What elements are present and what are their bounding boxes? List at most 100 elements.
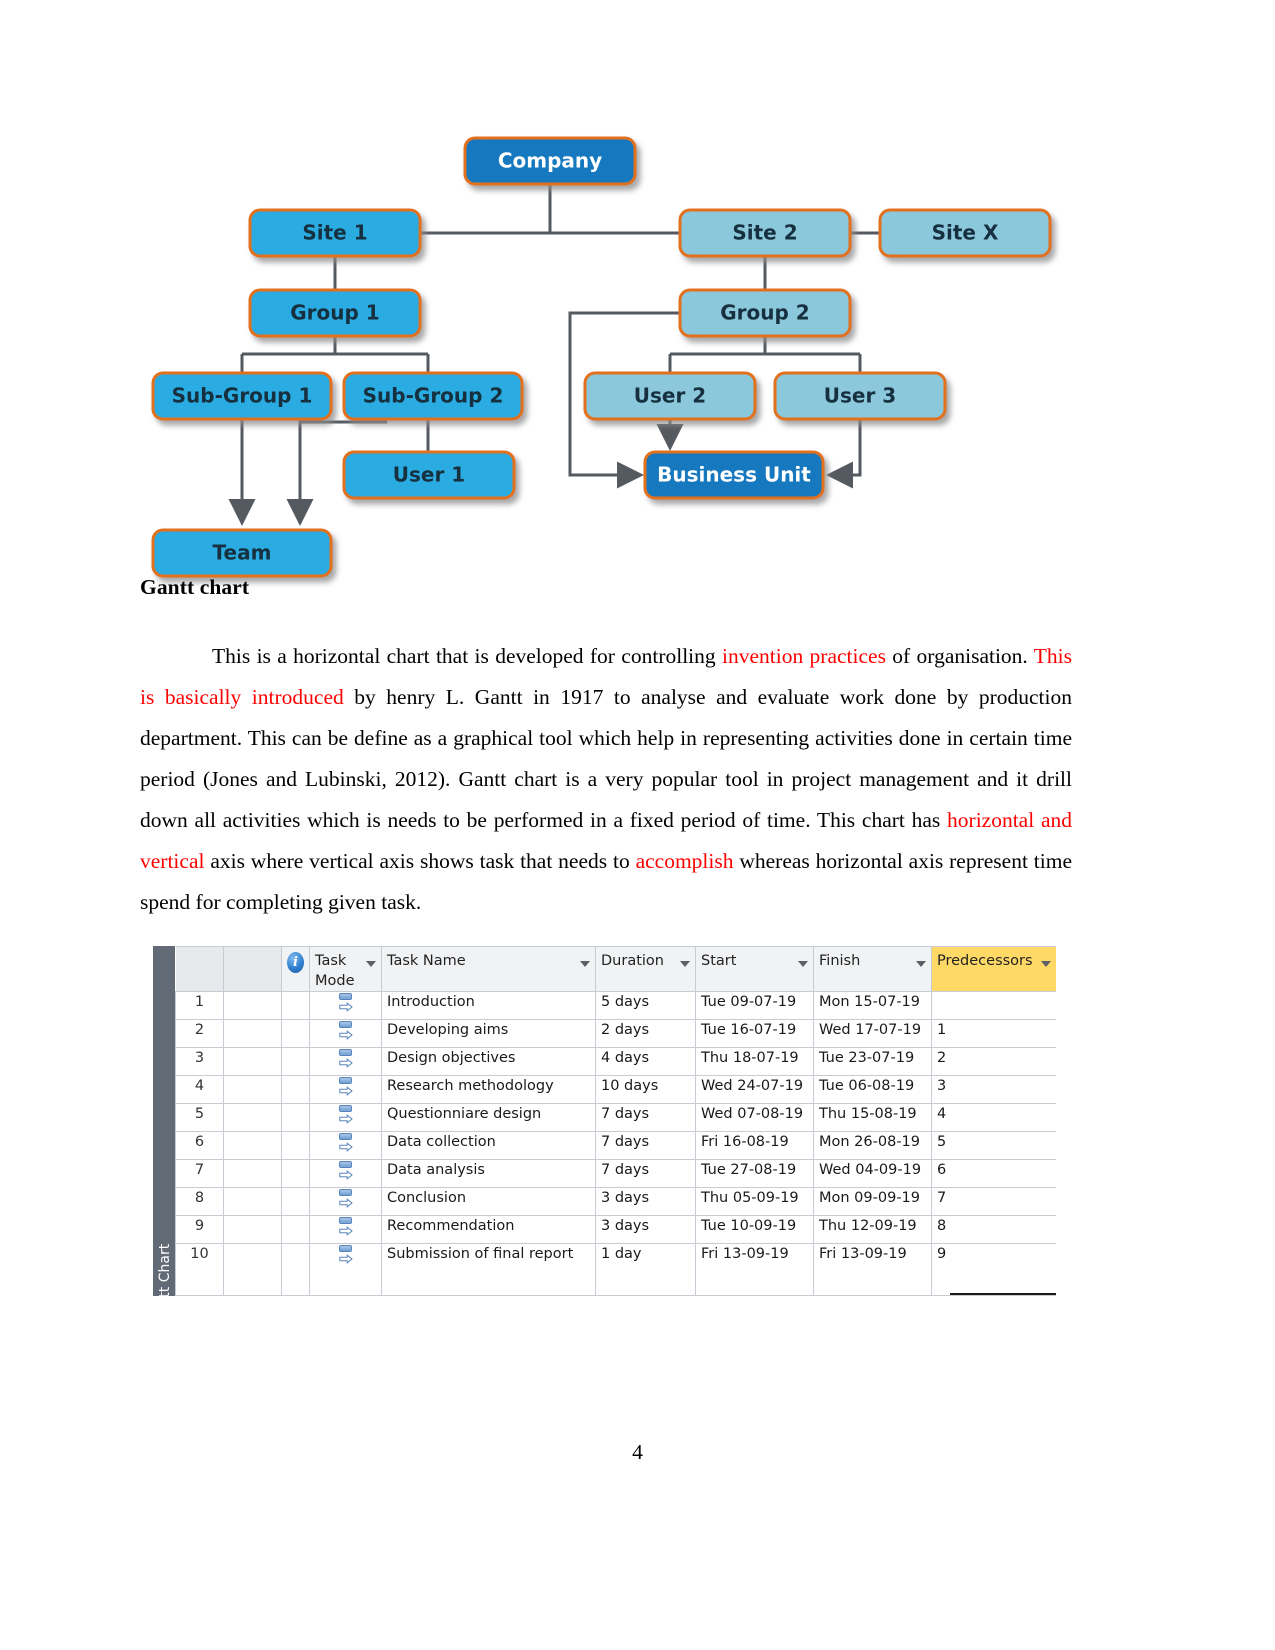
col-header-task-name[interactable]: Task Name <box>381 946 596 992</box>
finish-date-cell[interactable]: Thu 12-09-19 <box>813 1215 932 1244</box>
duration-cell[interactable]: 3 days <box>595 1215 696 1244</box>
duration-cell[interactable]: 1 day <box>595 1243 696 1296</box>
indicator-cell[interactable] <box>223 1187 282 1216</box>
task-name-cell[interactable]: Introduction <box>381 991 596 1020</box>
indicator-cell[interactable] <box>223 991 282 1020</box>
indicator-cell[interactable] <box>223 1243 282 1296</box>
finish-date-cell[interactable]: Wed 17-07-19 <box>813 1019 932 1048</box>
info-cell[interactable] <box>281 1075 310 1104</box>
task-mode-cell[interactable] <box>309 1159 382 1188</box>
table-row[interactable]: 8 Conclusion 3 days Thu 05-09-19 Mon 09-09-1… <box>175 1187 1056 1216</box>
finish-date-cell[interactable]: Thu 15-08-19 <box>813 1103 932 1132</box>
duration-cell[interactable]: 10 days <box>595 1075 696 1104</box>
task-mode-cell[interactable] <box>309 1075 382 1104</box>
table-row[interactable]: 2 Developing aims 2 days Tue 16-07-19 Wed 17… <box>175 1019 1056 1048</box>
task-name-cell[interactable]: Design objectives <box>381 1047 596 1076</box>
table-row[interactable]: 5 Questionniare design 7 days Wed 07-08-19 T… <box>175 1103 1056 1132</box>
col-header-finish[interactable]: Finish <box>813 946 932 992</box>
duration-cell[interactable]: 2 days <box>595 1019 696 1048</box>
predecessors-cell[interactable]: 8 <box>931 1215 1056 1244</box>
duration-cell[interactable]: 5 days <box>595 991 696 1020</box>
duration-cell[interactable]: 7 days <box>595 1131 696 1160</box>
duration-cell[interactable]: 4 days <box>595 1047 696 1076</box>
indicator-cell[interactable] <box>223 1103 282 1132</box>
gantt-grid-wrapper[interactable]: i Task Mode Task Name Duration Start Fin… <box>175 946 1056 1296</box>
col-header-info[interactable]: i <box>281 946 310 992</box>
predecessors-cell[interactable]: 2 <box>931 1047 1056 1076</box>
task-name-cell[interactable]: Data collection <box>381 1131 596 1160</box>
task-name-cell[interactable]: Questionniare design <box>381 1103 596 1132</box>
duration-cell[interactable]: 7 days <box>595 1159 696 1188</box>
info-cell[interactable] <box>281 1243 310 1296</box>
start-date-cell[interactable]: Wed 24-07-19 <box>695 1075 814 1104</box>
indicator-cell[interactable] <box>223 1215 282 1244</box>
finish-date-cell[interactable]: Tue 06-08-19 <box>813 1075 932 1104</box>
start-date-cell[interactable]: Fri 16-08-19 <box>695 1131 814 1160</box>
start-date-cell[interactable]: Thu 18-07-19 <box>695 1047 814 1076</box>
table-row[interactable]: 10 Submission of final report 1 day Fri 13-… <box>175 1243 1056 1296</box>
indicator-cell[interactable] <box>223 1019 282 1048</box>
predecessors-cell[interactable]: 1 <box>931 1019 1056 1048</box>
col-header-predecessors[interactable]: Predecessors <box>931 946 1056 992</box>
predecessors-cell[interactable] <box>931 991 1056 1020</box>
col-header-duration[interactable]: Duration <box>595 946 696 992</box>
finish-date-cell[interactable]: Mon 26-08-19 <box>813 1131 932 1160</box>
table-row[interactable]: 6 Data collection 7 days Fri 16-08-19 Mon 26… <box>175 1131 1056 1160</box>
info-cell[interactable] <box>281 1019 310 1048</box>
predecessors-cell[interactable]: 4 <box>931 1103 1056 1132</box>
task-name-cell[interactable]: Developing aims <box>381 1019 596 1048</box>
info-cell[interactable] <box>281 991 310 1020</box>
predecessors-cell[interactable]: 3 <box>931 1075 1056 1104</box>
chevron-down-icon[interactable] <box>1041 961 1051 967</box>
col-header-blank[interactable] <box>223 946 282 992</box>
chevron-down-icon[interactable] <box>798 961 808 967</box>
start-date-cell[interactable]: Fri 13-09-19 <box>695 1243 814 1296</box>
start-date-cell[interactable]: Tue 16-07-19 <box>695 1019 814 1048</box>
duration-cell[interactable]: 7 days <box>595 1103 696 1132</box>
indicator-cell[interactable] <box>223 1159 282 1188</box>
task-mode-cell[interactable] <box>309 1019 382 1048</box>
task-mode-cell[interactable] <box>309 1047 382 1076</box>
predecessors-cell[interactable]: 5 <box>931 1131 1056 1160</box>
finish-date-cell[interactable]: Fri 13-09-19 <box>813 1243 932 1296</box>
table-row[interactable]: 3 Design objectives 4 days Thu 18-07-19 Tue … <box>175 1047 1056 1076</box>
start-date-cell[interactable]: Tue 10-09-19 <box>695 1215 814 1244</box>
info-cell[interactable] <box>281 1187 310 1216</box>
task-name-cell[interactable]: Data analysis <box>381 1159 596 1188</box>
task-name-cell[interactable]: Recommendation <box>381 1215 596 1244</box>
task-name-cell[interactable]: Submission of final report <box>381 1243 596 1296</box>
finish-date-cell[interactable]: Mon 09-09-19 <box>813 1187 932 1216</box>
start-date-cell[interactable]: Wed 07-08-19 <box>695 1103 814 1132</box>
info-cell[interactable] <box>281 1103 310 1132</box>
chevron-down-icon[interactable] <box>680 961 690 967</box>
task-mode-cell[interactable] <box>309 1243 382 1296</box>
chevron-down-icon[interactable] <box>366 961 376 967</box>
table-row[interactable]: 9 Recommendation 3 days Tue 10-09-19 Thu 12-… <box>175 1215 1056 1244</box>
col-header-start[interactable]: Start <box>695 946 814 992</box>
predecessors-cell[interactable]: 6 <box>931 1159 1056 1188</box>
info-cell[interactable] <box>281 1047 310 1076</box>
start-date-cell[interactable]: Tue 09-07-19 <box>695 991 814 1020</box>
indicator-cell[interactable] <box>223 1047 282 1076</box>
task-mode-cell[interactable] <box>309 1187 382 1216</box>
start-date-cell[interactable]: Thu 05-09-19 <box>695 1187 814 1216</box>
table-row[interactable]: 4 Research methodology 10 days Wed 24-07-19… <box>175 1075 1056 1104</box>
indicator-cell[interactable] <box>223 1075 282 1104</box>
info-cell[interactable] <box>281 1159 310 1188</box>
col-header-task-mode[interactable]: Task Mode <box>309 946 382 992</box>
predecessors-cell[interactable]: 7 <box>931 1187 1056 1216</box>
table-row[interactable]: 7 Data analysis 7 days Tue 27-08-19 Wed 04-0… <box>175 1159 1056 1188</box>
chevron-down-icon[interactable] <box>580 961 590 967</box>
chevron-down-icon[interactable] <box>916 961 926 967</box>
col-header-rownum[interactable] <box>175 946 224 992</box>
task-mode-cell[interactable] <box>309 1215 382 1244</box>
task-mode-cell[interactable] <box>309 1131 382 1160</box>
predecessors-cell[interactable]: 9 <box>931 1243 1056 1296</box>
task-name-cell[interactable]: Conclusion <box>381 1187 596 1216</box>
task-mode-cell[interactable] <box>309 991 382 1020</box>
indicator-cell[interactable] <box>223 1131 282 1160</box>
task-name-cell[interactable]: Research methodology <box>381 1075 596 1104</box>
info-cell[interactable] <box>281 1131 310 1160</box>
finish-date-cell[interactable]: Wed 04-09-19 <box>813 1159 932 1188</box>
info-cell[interactable] <box>281 1215 310 1244</box>
